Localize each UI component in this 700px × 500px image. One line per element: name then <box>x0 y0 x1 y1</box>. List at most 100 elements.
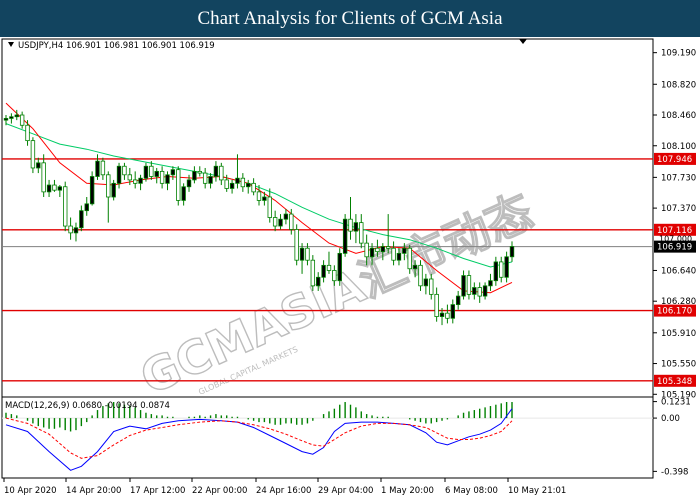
candle-body <box>192 170 197 181</box>
current-price-label: 106.919 <box>657 243 692 253</box>
candle-body <box>68 225 73 234</box>
candle-body <box>170 169 176 176</box>
candle-body <box>127 174 133 181</box>
price-tick-label: 105.910 <box>661 329 696 339</box>
candle-body <box>461 275 466 297</box>
candle-body <box>41 162 46 193</box>
time-tick-label: 17 Apr 12:00 <box>130 486 185 496</box>
candle-body <box>337 252 342 282</box>
candle-body <box>369 247 375 258</box>
candle-body <box>359 222 364 244</box>
price-chart[interactable]: GCMASIA汇市动态 GLOBAL CAPITAL MARKETS 107.9… <box>0 37 700 500</box>
candle-body <box>482 285 488 297</box>
candle-body <box>472 287 477 295</box>
candle-body <box>14 114 19 118</box>
candle-body <box>224 179 229 189</box>
candle-body <box>165 174 170 184</box>
candle-body <box>272 217 278 227</box>
candle-body <box>197 170 202 174</box>
candle-body <box>79 210 84 229</box>
candle-body <box>63 186 68 227</box>
candle-body <box>380 246 386 253</box>
candle-body <box>89 176 95 205</box>
symbol-info: USDJPY,H4 106.901 106.981 106.901 106.91… <box>18 41 215 51</box>
candle-body <box>213 165 219 177</box>
price-tick-label: 105.550 <box>661 360 696 370</box>
time-tick-label: 10 Apr 2020 <box>4 486 57 496</box>
candle-body <box>246 182 251 188</box>
candle-body <box>57 186 63 191</box>
price-tick-label: 107.730 <box>661 173 696 183</box>
candle-body <box>418 264 423 287</box>
candle-body <box>289 213 294 230</box>
candle-body <box>30 140 36 169</box>
candle-body <box>9 116 14 119</box>
candle-body <box>348 218 353 232</box>
candle-body <box>353 222 359 232</box>
candle-body <box>402 247 407 254</box>
candle-body <box>294 229 299 261</box>
candle-body <box>283 213 289 220</box>
candle-body <box>364 242 369 258</box>
candle-body <box>385 246 391 249</box>
candle-body <box>186 179 192 188</box>
candle-body <box>423 278 429 287</box>
candle-body <box>310 259 316 287</box>
time-tick-label: 29 Apr 04:00 <box>318 486 373 496</box>
price-tick-label: 109.190 <box>661 49 696 59</box>
chart-title: Chart Analysis for Clients of GCM Asia <box>197 8 503 29</box>
candle-body <box>504 256 509 278</box>
candle-body <box>73 227 79 234</box>
candle-body <box>208 176 213 184</box>
candle-body <box>3 118 9 121</box>
candle-body <box>493 261 499 282</box>
candle-body <box>509 246 515 258</box>
candle-body <box>116 165 122 184</box>
level-label: 106.170 <box>657 307 692 317</box>
time-tick-label: 22 Apr 00:00 <box>192 486 247 496</box>
candle-body <box>407 247 412 270</box>
candle-body <box>299 247 305 261</box>
macd-tick-label: -0.398 <box>661 467 688 477</box>
candle-body <box>202 172 208 184</box>
candle-body <box>488 280 493 287</box>
candle-body <box>499 261 504 278</box>
time-tick-label: 14 Apr 20:00 <box>66 486 121 496</box>
candle-body <box>321 264 326 278</box>
candle-body <box>332 270 337 282</box>
candle-body <box>439 312 445 317</box>
level-label: 107.946 <box>657 155 692 165</box>
candle-body <box>466 275 472 295</box>
candle-body <box>159 170 165 184</box>
candle-body <box>100 160 106 176</box>
candle-body <box>229 182 235 189</box>
price-tick-label: 105.190 <box>661 390 696 400</box>
candle-body <box>111 182 116 198</box>
candle-body <box>412 264 418 270</box>
time-tick-label: 1 May 20:00 <box>381 486 434 496</box>
candle-body <box>19 114 25 126</box>
candle-body <box>256 191 262 201</box>
price-tick-label: 106.280 <box>661 297 696 307</box>
candle-body <box>316 276 321 287</box>
candle-body <box>132 179 138 184</box>
price-tick-label-partial: 107.000 <box>659 235 692 244</box>
candle-body <box>278 218 283 227</box>
candle-body <box>84 203 89 212</box>
candle-body <box>149 165 154 177</box>
candle-body <box>122 165 127 176</box>
level-label: 105.348 <box>657 377 692 387</box>
candle-body <box>240 177 246 188</box>
candle-body <box>154 170 159 177</box>
candle-body <box>143 165 149 179</box>
candle-body <box>25 124 30 142</box>
candle-body <box>95 160 100 177</box>
time-tick-label: 6 May 08:00 <box>445 486 498 496</box>
candle-body <box>375 247 380 253</box>
candle-body <box>138 177 143 184</box>
candle-body <box>445 312 450 319</box>
chart-frame <box>1 38 654 479</box>
price-tick-label: 108.820 <box>661 80 696 90</box>
chart-title-banner: Chart Analysis for Clients of GCM Asia <box>0 0 700 37</box>
time-axis: 10 Apr 2020 14 Apr 20:00 17 Apr 12:00 22 Ap… <box>3 478 566 496</box>
